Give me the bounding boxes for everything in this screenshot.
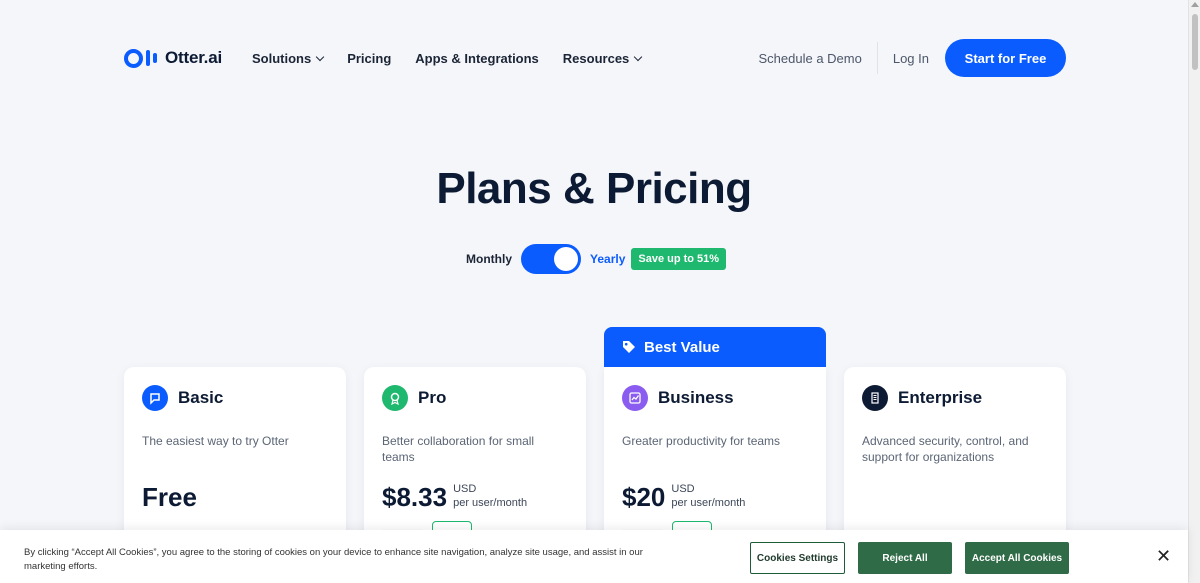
- close-icon[interactable]: ✕: [1156, 546, 1171, 567]
- logo-text: Otter.ai: [165, 48, 222, 67]
- price-period: per user/month: [671, 497, 746, 509]
- plan-name: Business: [658, 388, 734, 407]
- plan-price: $8.33: [382, 482, 448, 512]
- nav-pricing-label: Pricing: [347, 50, 392, 66]
- nav-pricing[interactable]: Pricing: [347, 51, 391, 66]
- plan-description: Advanced security, control, and support …: [862, 434, 1029, 464]
- price-currency: USD: [671, 483, 695, 495]
- plan-price: Free: [142, 482, 197, 512]
- plan-description: Greater productivity for teams: [622, 434, 781, 448]
- cookie-banner: By clicking “Accept All Cookies”, you ag…: [0, 530, 1188, 583]
- plan-name: Basic: [178, 388, 224, 407]
- chevron-down-icon: [634, 52, 643, 61]
- scrollbar-thumb[interactable]: [1192, 14, 1198, 70]
- schedule-demo-link[interactable]: Schedule a Demo: [759, 51, 862, 66]
- plan-name: Enterprise: [898, 388, 983, 407]
- nav-resources-label: Resources: [562, 50, 630, 66]
- billing-period-toggle[interactable]: [521, 244, 581, 274]
- chevron-down-icon: [315, 52, 325, 61]
- monthly-label[interactable]: Monthly: [466, 252, 512, 266]
- best-value-label: Best Value: [644, 338, 720, 356]
- save-badge: Save up to 51%: [631, 248, 727, 270]
- nav-apps-integrations[interactable]: Apps & Integrations: [415, 51, 539, 66]
- log-in-link[interactable]: Log In: [893, 51, 929, 66]
- header-divider: [876, 42, 878, 74]
- page-title: Plans & Pricing: [436, 164, 752, 213]
- badge-icon: [382, 385, 408, 411]
- start-for-free-button[interactable]: Start for Free: [945, 39, 1066, 77]
- nav-apps-label: Apps & Integrations: [415, 50, 539, 66]
- site-header: Otter.ai Solutions Pricing Apps & Integr…: [124, 38, 1066, 78]
- cookie-consent-text: By clicking “Accept All Cookies”, you ag…: [24, 547, 643, 572]
- plan-description: The easiest way to try Otter: [142, 434, 289, 448]
- page-scrollbar[interactable]: [1188, 0, 1200, 583]
- price-period: per user/month: [453, 497, 528, 509]
- otter-logo-icon: [124, 48, 157, 68]
- plan-name: Pro: [418, 388, 447, 407]
- tag-icon: [623, 341, 635, 353]
- header-actions: Schedule a Demo Log In Start for Free: [759, 39, 1066, 77]
- nav-resources[interactable]: Resources: [562, 50, 643, 66]
- chart-icon: [622, 385, 648, 411]
- best-value-banner: Best Value: [604, 327, 826, 367]
- toggle-knob: [554, 247, 578, 271]
- price-currency: USD: [453, 483, 477, 495]
- otter-logo[interactable]: Otter.ai: [124, 48, 222, 68]
- building-icon: [862, 385, 888, 411]
- cookies-settings-button[interactable]: Cookies Settings: [750, 542, 845, 574]
- chat-bubble-icon: [142, 385, 168, 411]
- reject-all-button[interactable]: Reject All: [858, 542, 952, 574]
- nav-solutions[interactable]: Solutions: [251, 50, 325, 66]
- plan-description: Better collaboration for small teams: [382, 434, 535, 464]
- nav-solutions-label: Solutions: [251, 50, 312, 66]
- accept-all-cookies-button[interactable]: Accept All Cookies: [965, 542, 1069, 574]
- main-nav: Solutions Pricing Apps & Integrations Re…: [251, 50, 643, 66]
- scroll-up-arrow-icon[interactable]: [1191, 2, 1199, 7]
- plan-price: $20: [622, 482, 666, 512]
- billing-toggle-row: Monthly Yearly Save up to 51%: [466, 244, 727, 274]
- yearly-label[interactable]: Yearly: [590, 252, 625, 266]
